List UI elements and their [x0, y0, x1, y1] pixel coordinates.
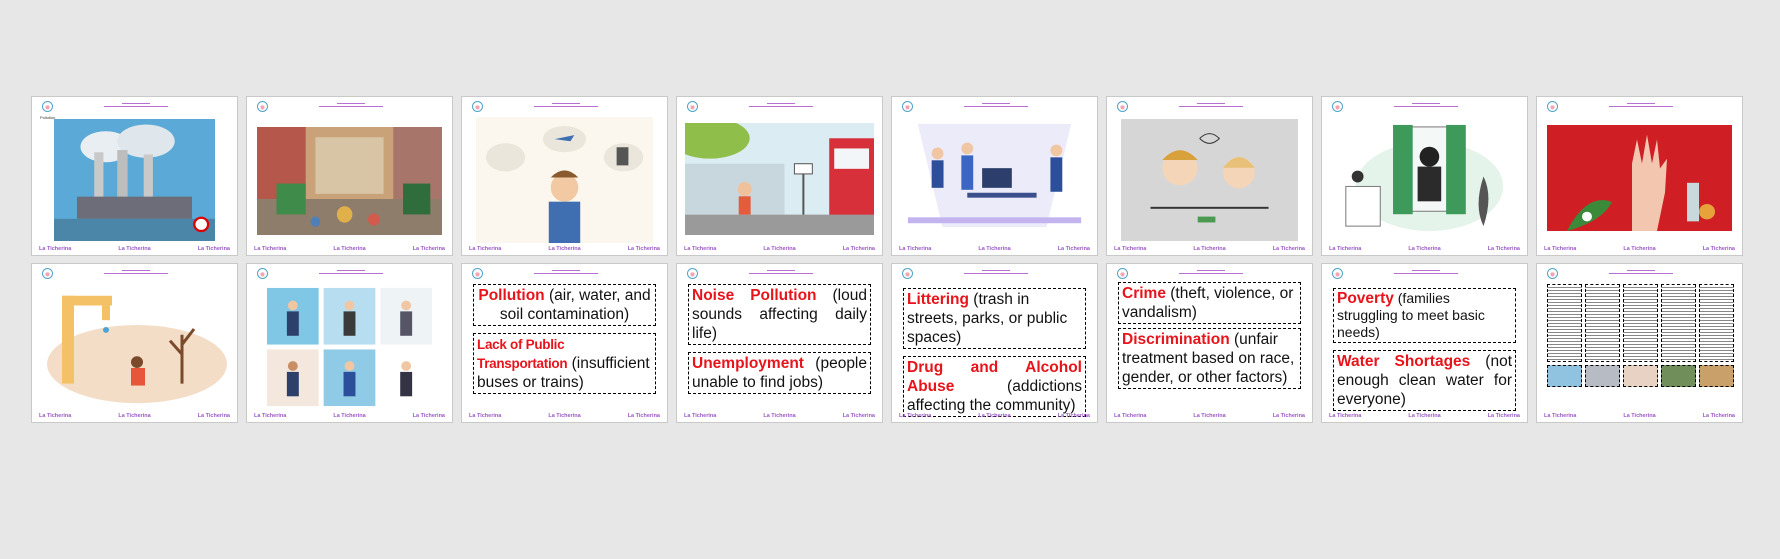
slide-footer: La Ticherina La Ticherina La Ticherina — [1114, 246, 1305, 252]
text-box: Pollution (air, water, and soil contamin… — [473, 284, 656, 326]
logo-icon — [257, 268, 268, 279]
slide-footer: La Ticherina La Ticherina La Ticherina — [1544, 246, 1735, 252]
slide-thumbnail-6[interactable]: La Ticherina La Ticherina La Ticherina — [1106, 96, 1313, 256]
text-box: Lack of Public Transportation (insuffici… — [473, 333, 656, 394]
missed-bus-illustration — [685, 123, 874, 235]
logo-icon — [1547, 268, 1558, 279]
logo-icon — [902, 101, 913, 112]
text-box: Poverty (families struggling to meet bas… — [1333, 288, 1516, 343]
slide-thumbnail-5[interactable]: La Ticherina La Ticherina La Ticherina — [891, 96, 1098, 256]
slide-footer: La Ticherina La Ticherina La Ticherina — [469, 246, 660, 252]
logo-icon — [687, 268, 698, 279]
logo-icon — [1547, 101, 1558, 112]
slide-footer: La Ticherina La Ticherina La Ticherina — [1329, 246, 1520, 252]
slide-footer: La Ticherina La Ticherina La Ticherina — [1329, 413, 1520, 419]
slide-thumbnail-3[interactable]: La Ticherina La Ticherina La Ticherina — [461, 96, 668, 256]
logo-icon — [1117, 268, 1128, 279]
logo-icon — [1332, 268, 1343, 279]
slide-footer: La Ticherina La Ticherina La Ticherina — [1114, 413, 1305, 419]
drugs-alcohol-hand-illustration — [1547, 125, 1732, 231]
littered-street-illustration — [257, 127, 442, 235]
logo-icon — [42, 268, 53, 279]
logo-icon — [472, 101, 483, 112]
text-box: Drug and Alcohol Abuse (addictions affec… — [903, 356, 1086, 417]
slide-thumbnail-11[interactable]: Pollution (air, water, and soil contamin… — [461, 263, 668, 423]
noise-stress-illustration — [476, 117, 653, 243]
slide-footer: La Ticherina La Ticherina La Ticherina — [684, 246, 875, 252]
slide-footer: La Ticherina La Ticherina La Ticherina — [684, 413, 875, 419]
text-box: Water Shortages (not enough clean water … — [1333, 350, 1516, 411]
logo-icon — [1332, 101, 1343, 112]
logo-icon — [472, 268, 483, 279]
text-box: Unemployment (people unable to find jobs… — [688, 352, 871, 394]
text-box: Noise Pollution (loud sounds affecting d… — [688, 284, 871, 345]
slide-thumbnail-4[interactable]: La Ticherina La Ticherina La Ticherina — [676, 96, 883, 256]
slide-footer: La Ticherina La Ticherina La Ticherina — [469, 413, 660, 419]
logo-icon — [687, 101, 698, 112]
slide-thumbnail-2[interactable]: La Ticherina La Ticherina La Ticherina — [246, 96, 453, 256]
slide-footer: La Ticherina La Ticherina La Ticherina — [899, 413, 1090, 419]
text-box: Crime (theft, violence, or vandalism) — [1118, 282, 1301, 324]
slide-thumbnail-10[interactable]: La Ticherina La Ticherina La Ticherina — [246, 263, 453, 423]
slide-thumbnail-12[interactable]: Noise Pollution (loud sounds affecting d… — [676, 263, 883, 423]
slide-thumbnail-13[interactable]: Littering (trash in streets, parks, or p… — [891, 263, 1098, 423]
logo-icon — [902, 268, 913, 279]
worksheet-thumbnail — [1547, 284, 1734, 409]
slide-thumbnail-8[interactable]: La Ticherina La Ticherina La Ticherina — [1536, 96, 1743, 256]
slide-footer: La Ticherina La Ticherina La Ticherina — [39, 413, 230, 419]
logo-icon — [257, 101, 268, 112]
logo-icon — [42, 101, 53, 112]
logo-icon — [1117, 101, 1128, 112]
slide-sorter-grid: Pollution La Ticherina La Ticherina La Tic… — [31, 96, 1743, 423]
slide-footer: La Ticherina La Ticherina La Ticherina — [254, 413, 445, 419]
discrimination-grid-illustration — [265, 286, 434, 408]
burglar-window-illustration — [1336, 117, 1513, 241]
text-box: Discrimination (unfair treatment based o… — [1118, 328, 1301, 389]
slide-footer: La Ticherina La Ticherina La Ticherina — [899, 246, 1090, 252]
slide-thumbnail-9[interactable]: La Ticherina La Ticherina La Ticherina — [31, 263, 238, 423]
slide-thumbnail-7[interactable]: La Ticherina La Ticherina La Ticherina — [1321, 96, 1528, 256]
slide-thumbnail-1[interactable]: Pollution La Ticherina La Ticherina La Tic… — [31, 96, 238, 256]
dry-tap-drought-illustration — [42, 286, 227, 408]
slide-footer: La Ticherina La Ticherina La Ticherina — [1544, 413, 1735, 419]
slide-thumbnail-15[interactable]: Poverty (families struggling to meet bas… — [1321, 263, 1528, 423]
factory-pollution-illustration — [54, 119, 215, 241]
office-unemployment-illustration — [898, 119, 1091, 237]
slide-footer: La Ticherina La Ticherina La Ticherina — [254, 246, 445, 252]
slide-thumbnail-14[interactable]: Crime (theft, violence, or vandalism) Di… — [1106, 263, 1313, 423]
text-box: Littering (trash in streets, parks, or p… — [903, 288, 1086, 349]
slide-footer: La Ticherina La Ticherina La Ticherina — [39, 246, 230, 252]
stressed-people-illustration — [1121, 119, 1298, 241]
slide-thumbnail-16[interactable]: La Ticherina La Ticherina La Ticherina — [1536, 263, 1743, 423]
